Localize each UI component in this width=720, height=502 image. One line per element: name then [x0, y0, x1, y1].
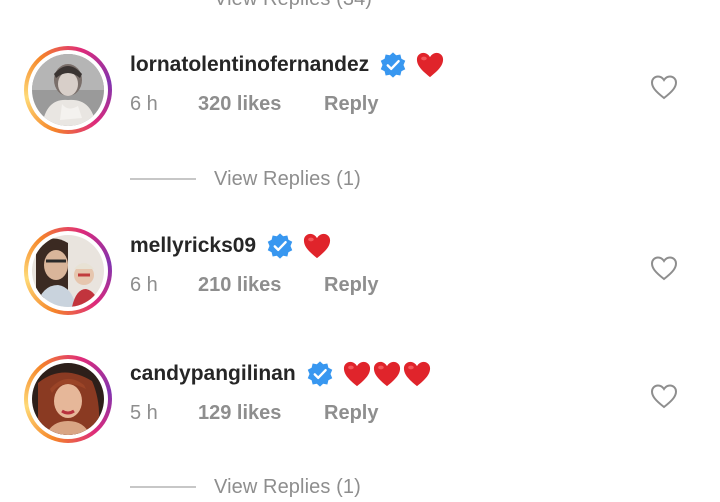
username-row: mellyricks09 [130, 229, 332, 263]
comment-text [302, 232, 332, 260]
reply-button[interactable]: Reply [324, 274, 378, 297]
comment-timestamp: 5 h [130, 401, 158, 424]
username[interactable]: mellyricks09 [130, 234, 256, 258]
comment-item: candypangilinan 5 h 129 likes Reply [0, 0, 720, 443]
view-replies-divider [130, 178, 196, 180]
red-heart-emoji [304, 233, 331, 259]
comment-text [342, 360, 432, 388]
comment-meta: 6 h 210 likes Reply [130, 270, 378, 300]
verified-badge-icon [267, 233, 293, 259]
likes-count[interactable]: 210 likes [198, 274, 324, 297]
avatar[interactable] [24, 227, 112, 315]
red-heart-emoji [403, 361, 430, 387]
avatar-photo [32, 235, 104, 307]
verified-badge-icon [307, 361, 332, 387]
comment-meta: 5 h 129 likes Reply [130, 398, 378, 428]
view-replies-button[interactable]: View Replies (1) [130, 472, 361, 502]
reply-button[interactable]: Reply [324, 402, 378, 425]
view-replies-label: View Replies (1) [214, 167, 361, 190]
avatar-photo [32, 363, 104, 435]
view-replies-button[interactable]: View Replies (1) [130, 164, 361, 194]
heart-outline-icon[interactable] [650, 383, 678, 409]
username[interactable]: candypangilinan [130, 362, 296, 386]
red-heart-emoji [343, 361, 370, 387]
likes-count[interactable]: 129 likes [198, 402, 324, 425]
view-replies-divider [130, 486, 196, 488]
comment-timestamp: 6 h [130, 273, 158, 296]
username-row: candypangilinan [130, 357, 432, 391]
view-replies-label: View Replies (1) [214, 475, 361, 498]
heart-outline-icon[interactable] [650, 255, 678, 281]
avatar[interactable] [24, 355, 112, 443]
red-heart-emoji [373, 361, 400, 387]
